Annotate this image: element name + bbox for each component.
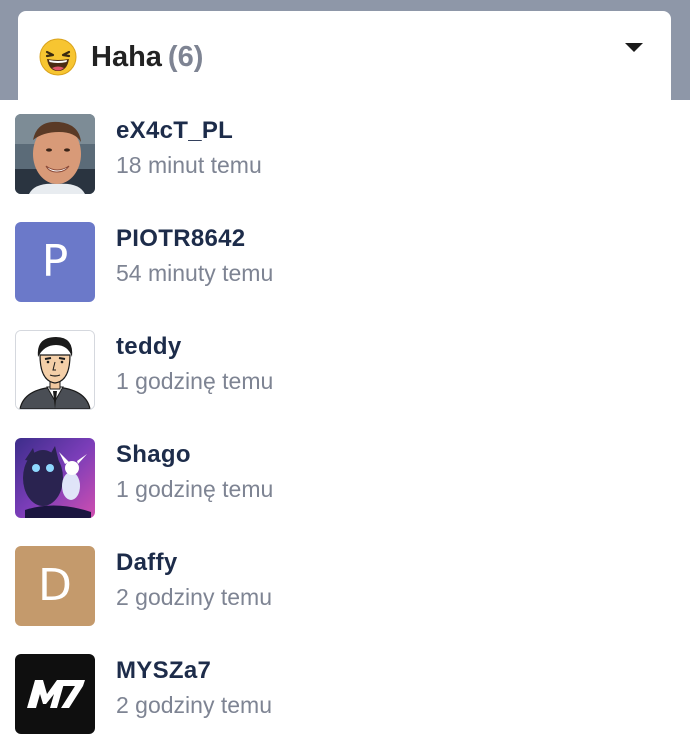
reaction-time: 1 godzinę temu	[116, 368, 274, 394]
list-item[interactable]: Shago 1 godzinę temu	[0, 424, 690, 532]
avatar-letter: P	[41, 236, 69, 287]
user-name[interactable]: MYSZa7	[116, 657, 211, 685]
list-item[interactable]: eX4cT_PL 18 minut temu	[0, 100, 690, 208]
avatar[interactable]: P	[15, 222, 95, 302]
avatar[interactable]	[15, 330, 95, 410]
list-item[interactable]: teddy 1 godzinę temu	[0, 316, 690, 424]
user-name[interactable]: Daffy	[116, 549, 178, 577]
avatar[interactable]	[15, 438, 95, 518]
reaction-time: 2 godziny temu	[116, 584, 272, 610]
avatar[interactable]: D	[15, 546, 95, 626]
user-name[interactable]: Shago	[116, 441, 191, 469]
reaction-time: 1 godzinę temu	[116, 476, 274, 502]
reactions-panel: Haha (6) eX4cT_PL 18 minut temu P PIOTR8…	[0, 0, 690, 750]
m7-logo	[27, 680, 85, 708]
list-item[interactable]: MYSZa7 2 godziny temu	[0, 640, 690, 748]
reaction-name: Haha	[91, 41, 162, 73]
avatar[interactable]	[15, 654, 95, 734]
user-name[interactable]: teddy	[116, 333, 182, 361]
reaction-time: 2 godziny temu	[116, 692, 272, 718]
user-name[interactable]: eX4cT_PL	[116, 117, 233, 145]
chevron-down-icon[interactable]	[625, 43, 643, 52]
reaction-title: Haha (6)	[91, 38, 203, 76]
avatar[interactable]	[15, 114, 95, 194]
reaction-user-list: eX4cT_PL 18 minut temu P PIOTR8642 54 mi…	[0, 100, 690, 750]
list-item[interactable]: P PIOTR8642 54 minuty temu	[0, 208, 690, 316]
reaction-time: 18 minut temu	[116, 152, 262, 178]
list-item[interactable]: D Daffy 2 godziny temu	[0, 532, 690, 640]
laughing-face-icon	[39, 38, 77, 76]
avatar-letter: D	[38, 560, 72, 611]
reaction-time: 54 minuty temu	[116, 260, 274, 286]
user-name[interactable]: PIOTR8642	[116, 225, 245, 253]
reaction-count: (6)	[167, 41, 204, 73]
reaction-filter-dropdown[interactable]: Haha (6)	[18, 11, 671, 111]
